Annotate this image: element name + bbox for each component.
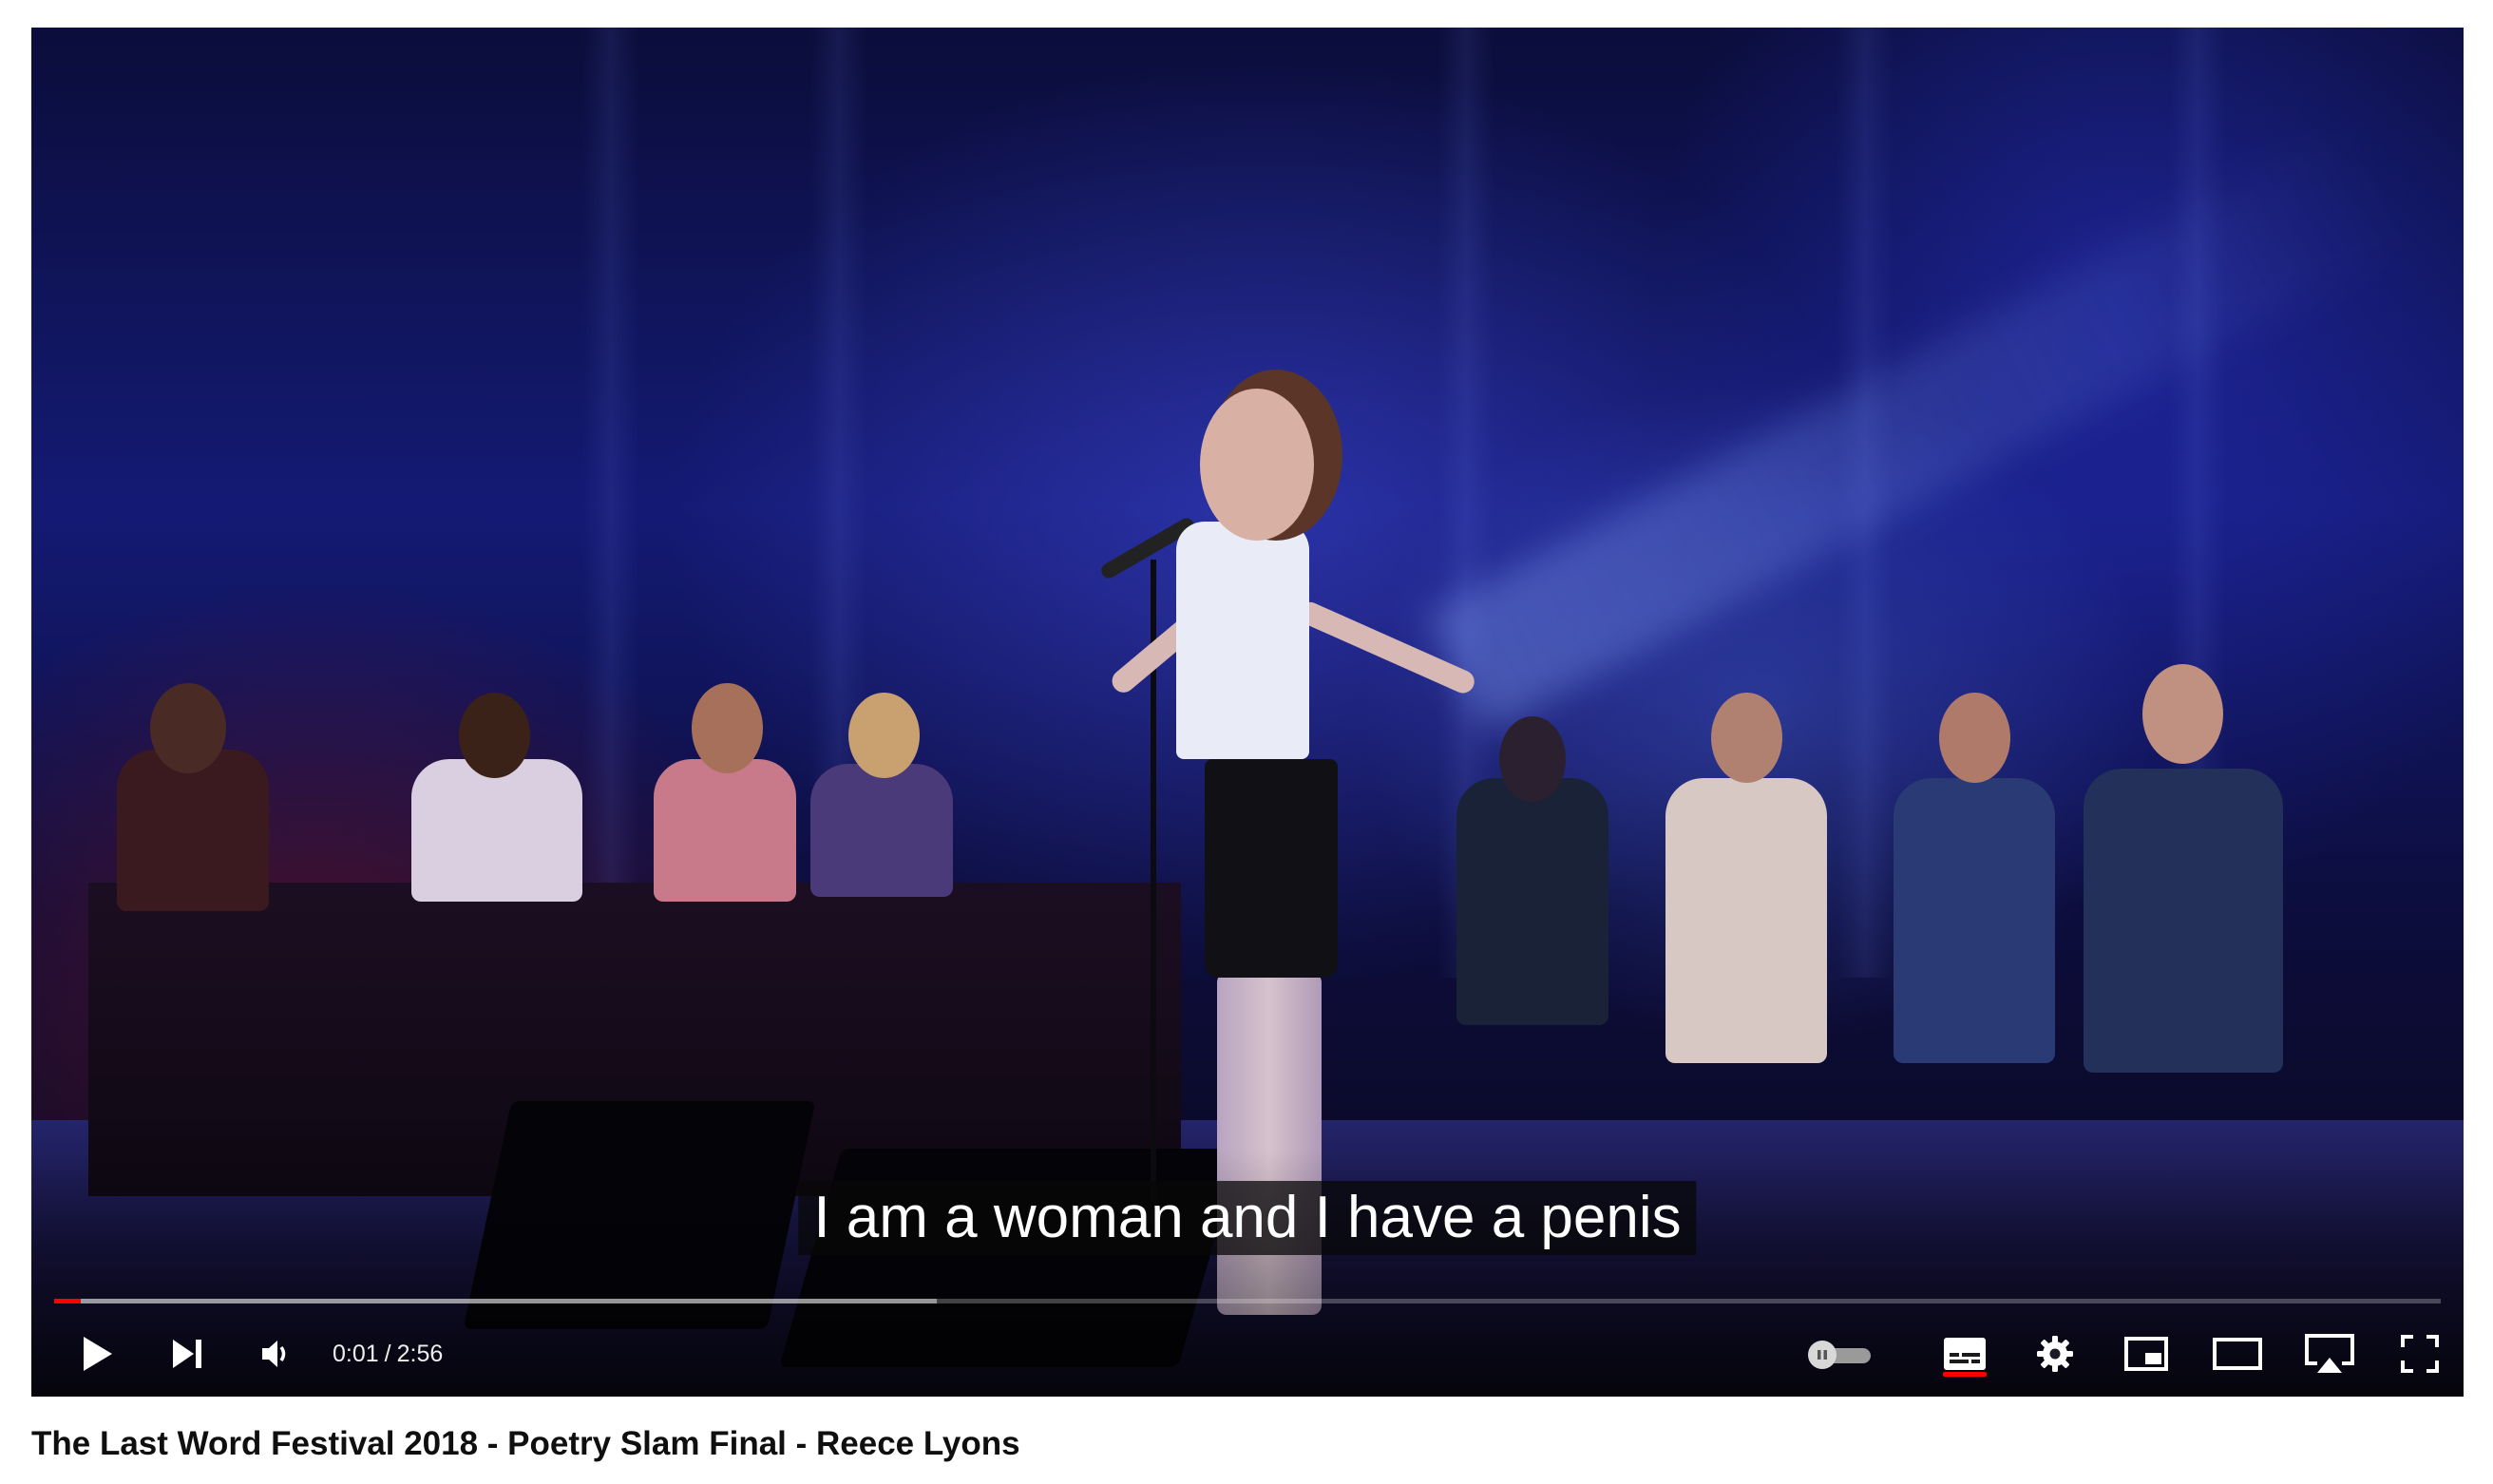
gear-icon [2037, 1336, 2073, 1372]
time-duration: 2:56 [396, 1341, 444, 1367]
captions-icon [1944, 1338, 1986, 1370]
fullscreen-button[interactable] [2391, 1327, 2448, 1380]
performer-skirt [1205, 759, 1338, 978]
time-separator: / [384, 1341, 391, 1367]
poet [1456, 778, 1608, 1025]
poet [1665, 778, 1827, 1063]
miniplayer-button[interactable] [2118, 1327, 2175, 1380]
theater-mode-button[interactable] [2207, 1327, 2268, 1380]
pause-icon [1817, 1350, 1827, 1360]
play-button[interactable] [69, 1327, 126, 1380]
next-button[interactable] [159, 1327, 216, 1380]
poet-head [1499, 716, 1566, 802]
judge [810, 764, 953, 897]
progress-bar[interactable] [54, 1299, 2441, 1303]
miniplayer-icon [2124, 1337, 2168, 1371]
airplay-icon [2305, 1334, 2354, 1373]
settings-button[interactable] [2027, 1327, 2084, 1380]
performer-head [1200, 389, 1314, 541]
time-current: 0:01 [333, 1341, 379, 1367]
poet [1894, 778, 2055, 1063]
video-player[interactable]: I am a woman and I have a penis 0:01/2:5… [31, 28, 2464, 1397]
judge [654, 759, 796, 902]
next-icon [173, 1340, 201, 1368]
progress-played [54, 1299, 81, 1303]
caption-text: I am a woman and I have a penis [798, 1181, 1697, 1255]
poet [2084, 769, 2283, 1073]
progress-buffered [54, 1299, 938, 1303]
mute-button[interactable] [248, 1327, 305, 1380]
poet-head [1711, 693, 1782, 783]
judge-head [150, 683, 226, 773]
judge [117, 750, 269, 911]
time-display: 0:01/2:56 [333, 1335, 443, 1373]
volume-icon [262, 1341, 286, 1367]
fullscreen-icon [2401, 1335, 2439, 1373]
airplay-button[interactable] [2299, 1327, 2360, 1380]
judge-head [459, 693, 530, 778]
autoplay-toggle[interactable] [1808, 1341, 1871, 1369]
play-icon [84, 1337, 112, 1371]
poet-head [2142, 664, 2223, 764]
judge-head [692, 683, 763, 773]
poet-head [1939, 693, 2010, 783]
judge-head [848, 693, 920, 778]
autoplay-knob [1808, 1341, 1836, 1369]
captions-active-indicator [1943, 1372, 1987, 1377]
theater-mode-icon [2213, 1338, 2262, 1370]
page: I am a woman and I have a penis 0:01/2:5… [0, 0, 2493, 1484]
stage-light-beam [1425, 124, 2411, 732]
curtain-fold [582, 28, 639, 978]
judge [411, 759, 582, 902]
video-title[interactable]: The Last Word Festival 2018 - Poetry Sla… [31, 1420, 1020, 1468]
performer-shirt [1176, 522, 1309, 759]
